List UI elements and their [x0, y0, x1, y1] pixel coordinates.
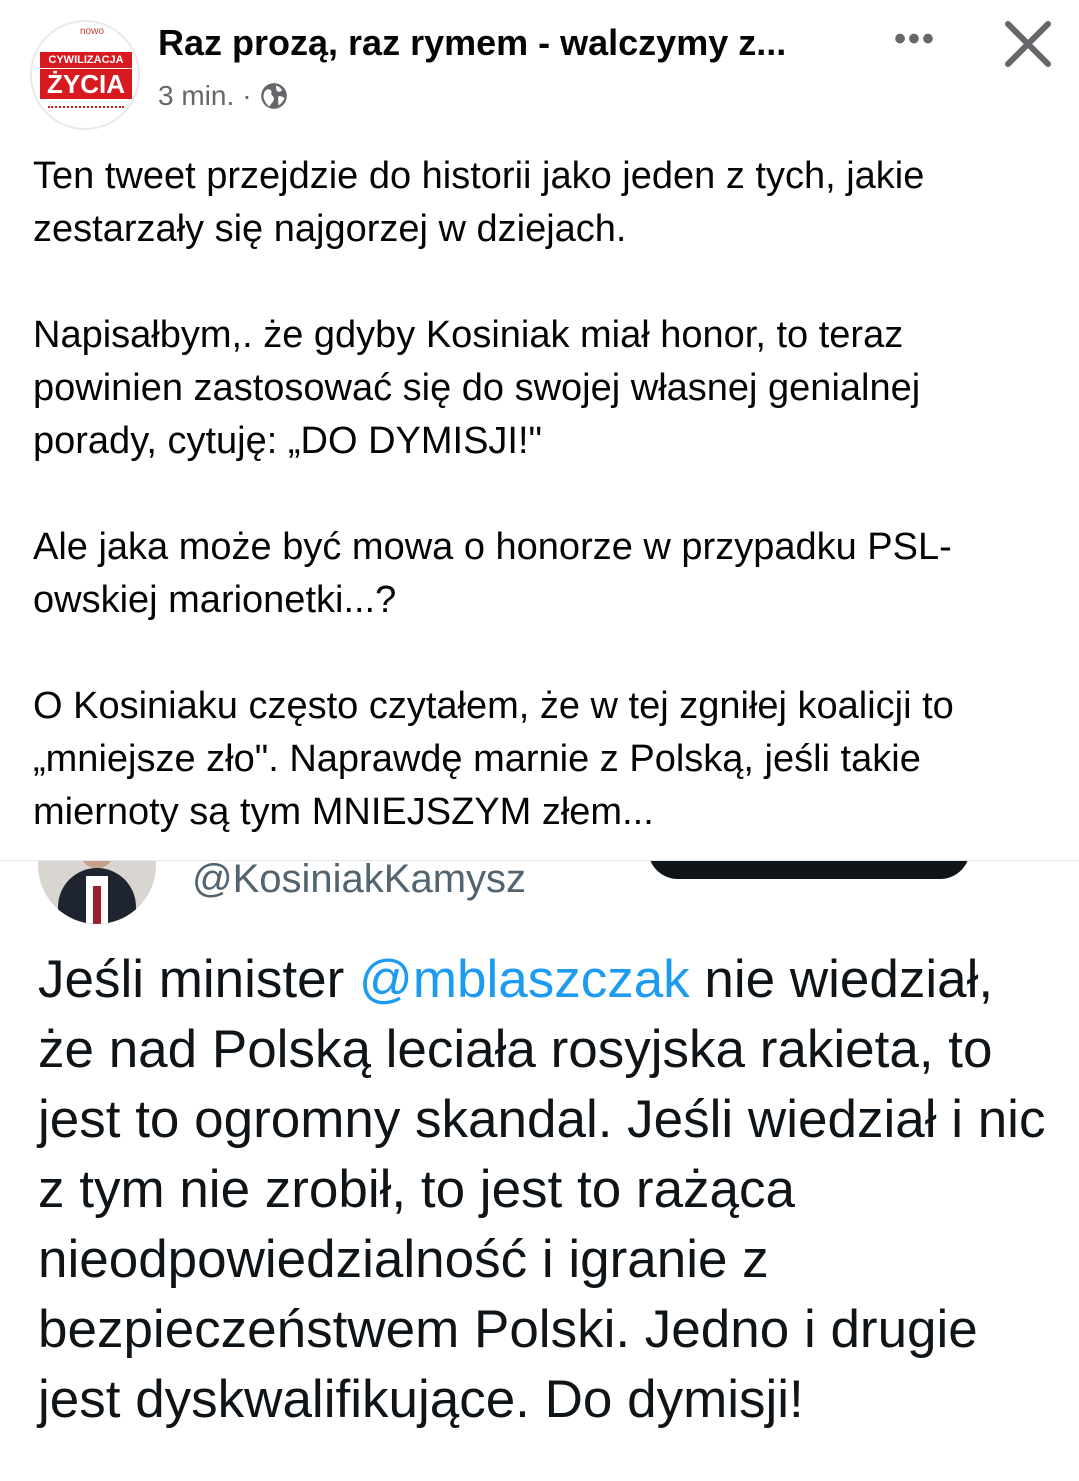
avatar-tie	[93, 886, 101, 924]
tweet-handle: @KosiniakKamysz	[192, 860, 527, 901]
page-avatar[interactable]: nowo CYWILIZACJA ŻYCIA	[30, 20, 140, 130]
avatar-decoration	[48, 106, 124, 118]
post-meta: 3 min. ·	[158, 80, 288, 112]
post-paragraph: Napisałbym,. że gdyby Kosiniak miał hono…	[33, 314, 921, 462]
tweet-text-start: Jeśli minister	[38, 950, 360, 1009]
post-paragraph: Ten tweet przejdzie do historii jako jed…	[33, 155, 925, 250]
post-header: nowo CYWILIZACJA ŻYCIA Raz prozą, raz ry…	[0, 0, 1079, 130]
meta-separator: ·	[242, 80, 252, 111]
post-paragraph: Ale jaka może być mowa o honorze w przyp…	[33, 526, 952, 621]
globe-icon	[260, 83, 287, 109]
avatar-text-line2: ŻYCIA	[40, 69, 132, 99]
post-paragraph: O Kosiniaku często czytałem, że w tej zg…	[33, 685, 954, 833]
avatar-head	[78, 861, 116, 868]
tweet-mention: @mblaszczak	[359, 950, 690, 1009]
tweet-author-avatar	[38, 861, 156, 924]
tweet-follow-button	[648, 861, 970, 879]
more-options-button[interactable]: •••	[885, 20, 945, 60]
page-title[interactable]: Raz prozą, raz rymem - walczymy z...	[158, 22, 858, 64]
post-time[interactable]: 3 min.	[158, 80, 234, 112]
tweet-text-end: nie wiedział, że nad Polską leciała rosy…	[38, 950, 1046, 1429]
post-body: Ten tweet przejdzie do historii jako jed…	[33, 150, 1043, 892]
close-icon[interactable]	[1000, 16, 1056, 72]
tweet-text: Jeśli minister @mblaszczak nie wiedział,…	[38, 945, 1048, 1435]
tweet-screenshot-image[interactable]: @KosiniakKamysz Jeśli minister @mblaszcz…	[0, 860, 1079, 1481]
avatar-text-line1: CYWILIZACJA	[40, 52, 132, 68]
avatar-text-top: nowo	[80, 26, 104, 37]
